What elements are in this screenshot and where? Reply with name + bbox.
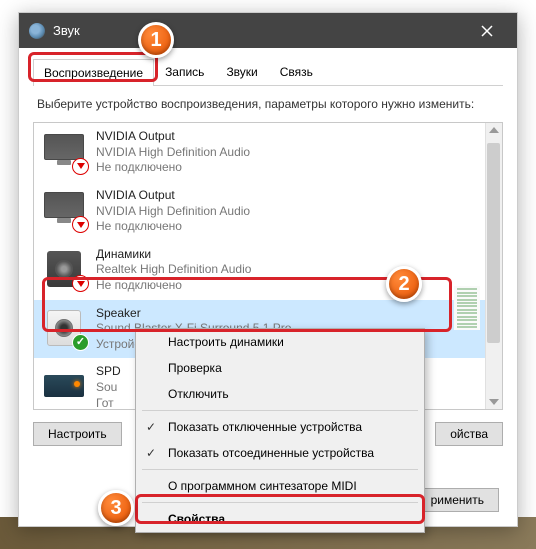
device-status: Гот — [96, 396, 121, 411]
device-status: Не подключено — [96, 219, 250, 235]
scrollbar-thumb[interactable] — [487, 143, 500, 343]
device-status: Не подключено — [96, 160, 250, 176]
menu-show-disconnected[interactable]: Показать отсоединенные устройства — [136, 440, 424, 466]
scrollbar[interactable] — [485, 123, 502, 409]
disconnected-icon — [72, 158, 89, 175]
menu-separator — [142, 410, 418, 411]
monitor-icon — [44, 134, 86, 172]
device-item-nvidia-1[interactable]: NVIDIA Output NVIDIA High Definition Aud… — [34, 123, 502, 182]
device-name: NVIDIA Output — [96, 188, 250, 204]
tab-comm[interactable]: Связь — [269, 58, 324, 85]
speaker-icon — [44, 251, 86, 289]
close-button[interactable] — [467, 13, 507, 48]
level-meter — [454, 286, 480, 330]
menu-properties[interactable]: Свойства — [136, 506, 424, 532]
titlebar[interactable]: Звук — [19, 13, 517, 48]
level-meters — [450, 123, 480, 409]
disconnected-icon — [72, 275, 89, 292]
apply-button[interactable]: рименить — [416, 488, 499, 512]
instruction-text: Выберите устройство воспроизведения, пар… — [37, 96, 499, 112]
menu-disable[interactable]: Отключить — [136, 381, 424, 407]
menu-test[interactable]: Проверка — [136, 355, 424, 381]
device-properties-button[interactable]: ойства — [435, 422, 503, 446]
configure-button[interactable]: Настроить — [33, 422, 122, 446]
device-name: Динамики — [96, 247, 251, 263]
annotation-badge-3: 3 — [98, 490, 134, 526]
device-item-nvidia-2[interactable]: NVIDIA Output NVIDIA High Definition Aud… — [34, 182, 502, 241]
device-item-realtek[interactable]: Динамики Realtek High Definition Audio Н… — [34, 241, 502, 300]
tab-strip: Воспроизведение Запись Звуки Связь — [33, 58, 503, 86]
default-check-icon — [72, 334, 89, 351]
menu-show-disabled[interactable]: Показать отключенные устройства — [136, 414, 424, 440]
device-driver: Realtek High Definition Audio — [96, 262, 251, 278]
tab-sounds[interactable]: Звуки — [215, 58, 268, 85]
speaker-icon — [44, 310, 86, 348]
tab-playback[interactable]: Воспроизведение — [33, 59, 154, 86]
device-name: Speaker — [96, 306, 291, 322]
device-driver: NVIDIA High Definition Audio — [96, 145, 250, 161]
device-status: Не подключено — [96, 278, 251, 294]
spdif-icon — [44, 369, 86, 407]
menu-configure-speakers[interactable]: Настроить динамики — [136, 329, 424, 355]
monitor-icon — [44, 192, 86, 230]
device-name: SPD — [96, 364, 121, 380]
sound-icon — [29, 23, 45, 39]
device-name: NVIDIA Output — [96, 129, 250, 145]
annotation-badge-2: 2 — [386, 266, 422, 302]
menu-about-midi[interactable]: О программном синтезаторе MIDI — [136, 473, 424, 499]
disconnected-icon — [72, 216, 89, 233]
context-menu: Настроить динамики Проверка Отключить По… — [135, 328, 425, 533]
menu-separator — [142, 502, 418, 503]
close-icon — [481, 25, 493, 37]
device-driver: NVIDIA High Definition Audio — [96, 204, 250, 220]
tab-record[interactable]: Запись — [154, 58, 215, 85]
window-title: Звук — [53, 23, 80, 38]
annotation-badge-1: 1 — [138, 22, 174, 58]
device-driver: Sou — [96, 380, 121, 396]
menu-separator — [142, 469, 418, 470]
